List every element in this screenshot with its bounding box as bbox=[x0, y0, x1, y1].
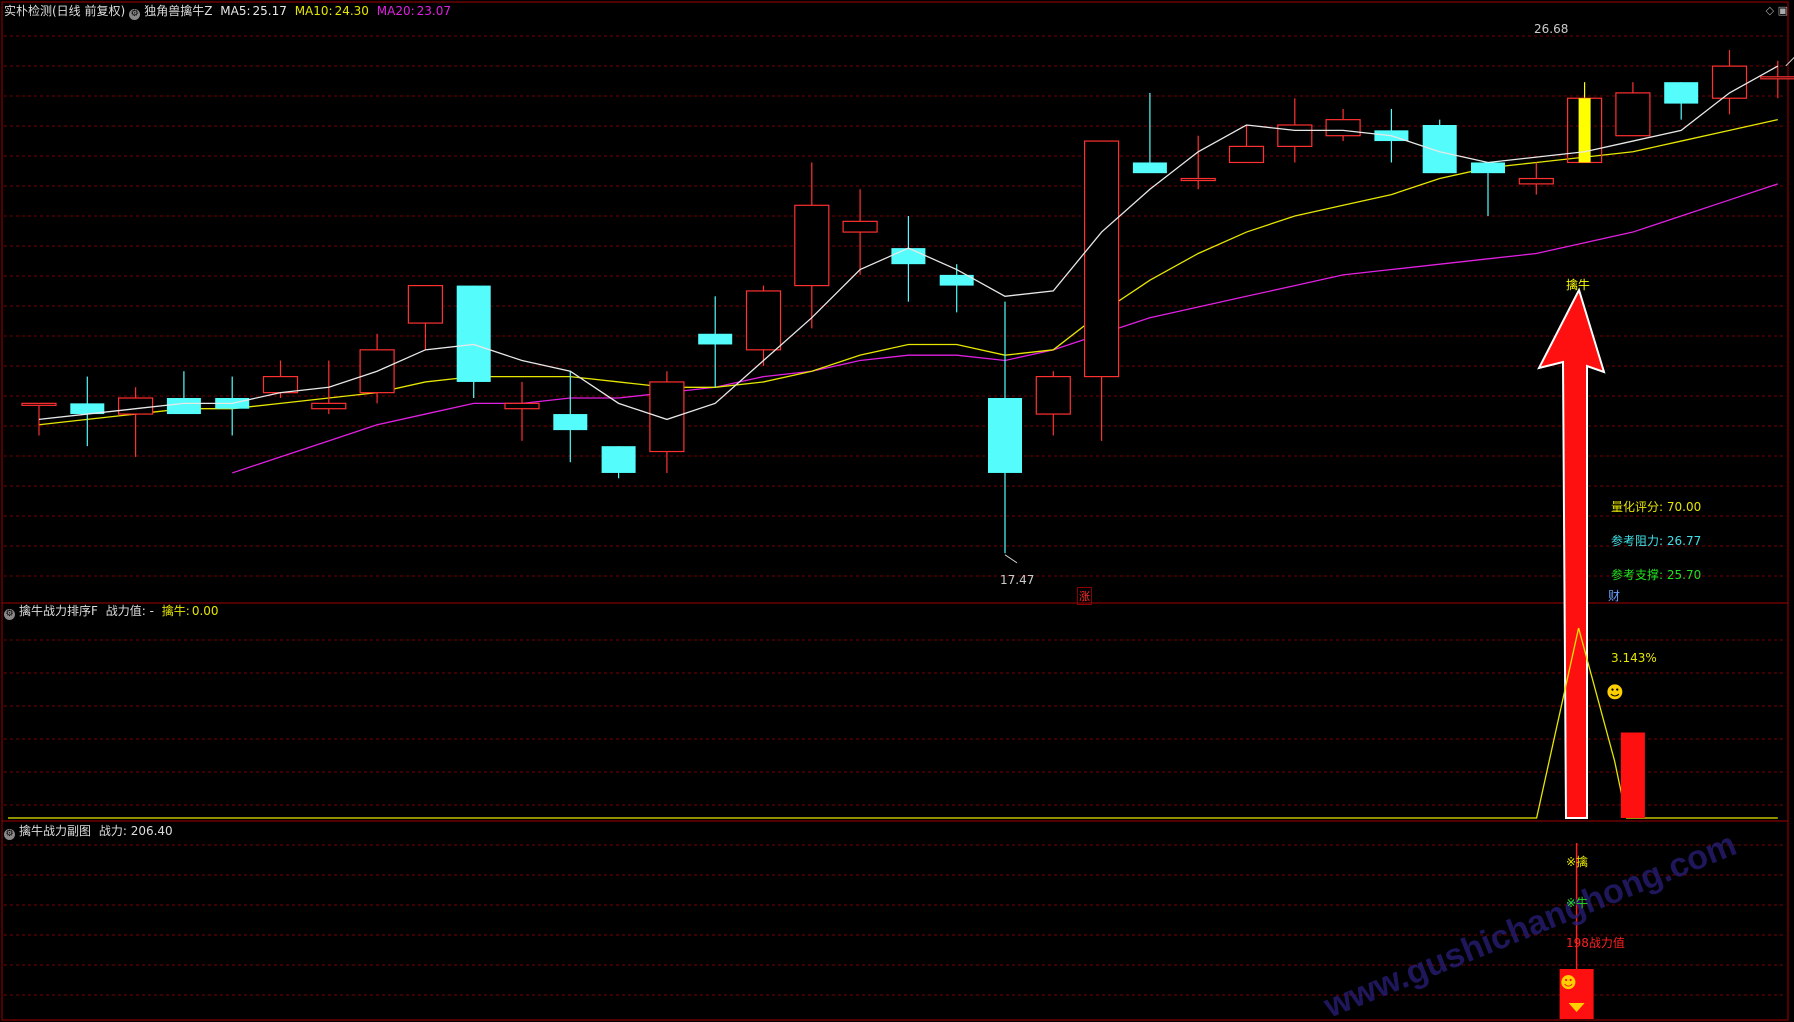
ma5-value: 25.17 bbox=[252, 4, 287, 18]
stat-support: 参考支撑: 25.70 bbox=[1611, 566, 1701, 583]
chart-stage: www.gushichanghong.com bbox=[1, 1, 1794, 1022]
panel2-title[interactable]: 擒牛战力排序F bbox=[19, 604, 98, 618]
stat-score-value: 70.00 bbox=[1666, 500, 1702, 514]
high-pointer bbox=[1785, 56, 1794, 67]
candle-body-up bbox=[1228, 145, 1265, 164]
candle-body-up bbox=[1760, 76, 1794, 80]
candle-body-down bbox=[166, 398, 201, 415]
candle-body-up bbox=[117, 397, 154, 415]
zhang-marker[interactable]: 涨 bbox=[1077, 587, 1092, 605]
grid-lines bbox=[4, 35, 1786, 996]
candle-body-up bbox=[1180, 177, 1216, 182]
panel3-t2: ※牛 bbox=[1566, 896, 1589, 910]
stat-score-label: 量化评分: bbox=[1611, 500, 1664, 514]
candle-body-up bbox=[1035, 375, 1071, 415]
stat-support-value: 25.70 bbox=[1666, 568, 1702, 582]
candle-body-up bbox=[1325, 119, 1361, 137]
stat-resistance-label: 参考阻力: bbox=[1611, 534, 1664, 548]
panel2-frame bbox=[1, 602, 1789, 822]
panel3-smile-icon: ☻ bbox=[1560, 973, 1577, 992]
panel3-t1: ※擒 bbox=[1566, 855, 1589, 869]
ma5-label: MA5: bbox=[220, 4, 251, 18]
stat-support-label: 参考支撑: bbox=[1611, 568, 1664, 582]
ma10-label: MA10: bbox=[294, 4, 333, 18]
panel2-qn-value: 0.00 bbox=[191, 604, 219, 618]
cai-marker[interactable]: 财 bbox=[1608, 587, 1620, 604]
candle-body-up bbox=[842, 220, 878, 233]
panel3-settings-icon[interactable]: ⚙ bbox=[4, 829, 15, 840]
candle-body-down bbox=[553, 414, 588, 431]
candle-body-up bbox=[504, 402, 540, 410]
indicator-name[interactable]: 独角兽擒牛Z bbox=[144, 4, 212, 18]
panel3-title[interactable]: 擒牛战力副图 bbox=[19, 824, 91, 838]
panel2-qn-label: 擒牛: bbox=[161, 604, 190, 618]
window-buttons[interactable]: ◇ ▣ bbox=[1766, 4, 1788, 17]
ma20-value: 23.07 bbox=[416, 4, 451, 18]
candle-body-up bbox=[1277, 124, 1313, 148]
candle-body-down bbox=[1132, 162, 1167, 174]
candle-body-down bbox=[1422, 125, 1457, 174]
candle-body-up bbox=[21, 402, 57, 406]
stat-resistance: 参考阻力: 26.77 bbox=[1611, 532, 1701, 549]
candle-body-up bbox=[1615, 92, 1651, 137]
candle-body-down bbox=[1664, 82, 1699, 104]
panel2-header: ⚙ 擒牛战力排序F 战力值: - 擒牛: 0.00 bbox=[4, 603, 223, 620]
candle-body-down bbox=[1471, 162, 1505, 174]
candle-body-down bbox=[698, 333, 733, 345]
watermark: www.gushichanghong.com bbox=[1318, 825, 1742, 1022]
main-header: 实朴检测(日线 前复权) ⚙ 独角兽擒牛Z MA5: 25.17 MA10: 24.30… bbox=[4, 3, 455, 20]
candle-body-up bbox=[262, 375, 299, 394]
restore-icon[interactable]: ▣ bbox=[1778, 4, 1788, 17]
high-price-label: 26.68 bbox=[1534, 22, 1569, 36]
candle-body-down bbox=[601, 446, 636, 473]
candle-body-down bbox=[456, 285, 491, 382]
candle-body-down bbox=[891, 248, 926, 265]
panel2-smile-icon: ☻ bbox=[1606, 683, 1624, 703]
stat-resistance-value: 26.77 bbox=[1666, 534, 1702, 548]
candle-body-up bbox=[649, 381, 685, 453]
panel3-field: 战力: 206.40 bbox=[98, 824, 173, 838]
panel3-header: ⚙ 擒牛战力副图 战力: 206.40 bbox=[4, 823, 177, 840]
signal-label: 擒牛 bbox=[1566, 278, 1591, 292]
panel2-settings-icon[interactable]: ⚙ bbox=[4, 609, 15, 620]
diamond-icon[interactable]: ◇ bbox=[1766, 4, 1774, 17]
panel2-line bbox=[8, 627, 1778, 819]
candle-body-up bbox=[311, 402, 347, 410]
candle-body-up bbox=[1518, 177, 1554, 185]
ma10-value: 24.30 bbox=[334, 4, 369, 18]
candle-body-up bbox=[794, 204, 830, 287]
stock-title[interactable]: 实朴检测(日线 前复权) bbox=[4, 4, 125, 18]
panel2-pct: 3.143% bbox=[1611, 651, 1657, 665]
low-price-label: 17.47 bbox=[1000, 573, 1035, 587]
main-panel-frame bbox=[1, 1, 1789, 604]
panel2-bar bbox=[1620, 732, 1645, 818]
panel3-t3: 198战力值 bbox=[1566, 936, 1625, 950]
low-pointer bbox=[1004, 554, 1018, 564]
candle-body-up bbox=[1083, 140, 1120, 378]
stat-score: 量化评分: 70.00 bbox=[1611, 498, 1701, 515]
panel2-plot bbox=[8, 627, 1778, 819]
candle-body-down bbox=[988, 398, 1022, 473]
ma20-label: MA20: bbox=[376, 4, 415, 18]
candle-body-up bbox=[745, 290, 782, 351]
panel2-field: 战力值: - bbox=[105, 604, 154, 618]
settings-icon[interactable]: ⚙ bbox=[129, 9, 141, 20]
candle-body-up bbox=[407, 284, 443, 324]
